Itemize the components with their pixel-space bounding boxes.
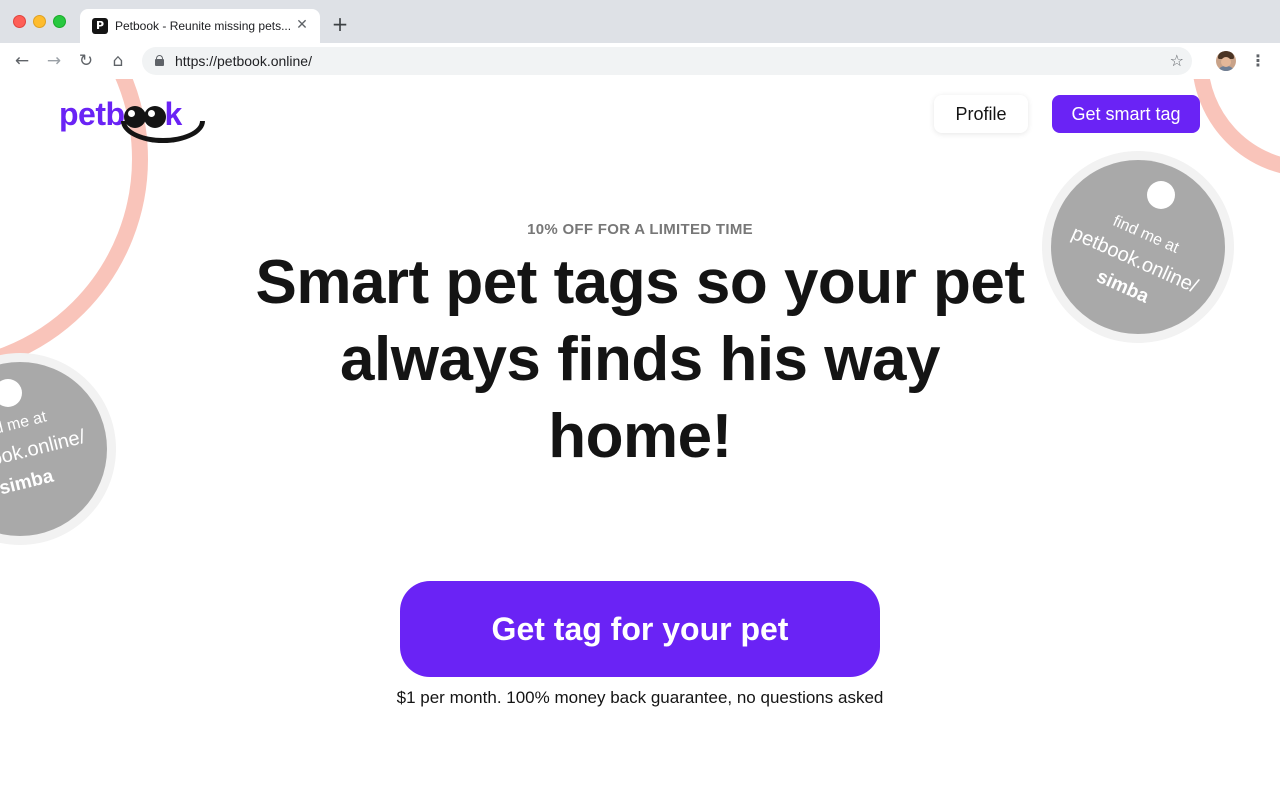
plus-icon[interactable]: +: [330, 14, 350, 34]
profile-button[interactable]: Profile: [934, 95, 1028, 133]
pet-tag-right: find me at petbook.online/ simba: [1042, 151, 1234, 343]
back-arrow-icon[interactable]: ←: [12, 51, 32, 71]
home-icon[interactable]: ⌂: [108, 51, 128, 71]
maximize-window-button[interactable]: [53, 15, 66, 28]
pricing-fineprint: $1 per month. 100% money back guarantee,…: [396, 688, 884, 707]
page-viewport: find me at petbook.online/ simba find me…: [0, 79, 1280, 800]
user-avatar[interactable]: [1216, 51, 1236, 71]
address-bar[interactable]: https://petbook.online/ ☆: [142, 47, 1192, 75]
lock-icon: [155, 55, 164, 66]
pet-tag-left: find me at petbook.online/ simba: [0, 353, 116, 545]
hero-headline: Smart pet tags so your pet always finds …: [255, 248, 1025, 471]
minimize-window-button[interactable]: [33, 15, 46, 28]
url-text[interactable]: https://petbook.online/: [175, 53, 312, 69]
tab-title: Petbook - Reunite missing pets...: [115, 19, 292, 33]
close-window-button[interactable]: [13, 15, 26, 28]
kebab-menu-icon[interactable]: ⋮: [1250, 51, 1266, 71]
browser-titlebar: P Petbook - Reunite missing pets... ✕ +: [0, 0, 1280, 43]
close-icon[interactable]: ✕: [294, 17, 310, 33]
get-tag-cta-button[interactable]: Get tag for your pet: [400, 581, 880, 677]
promo-kicker: 10% OFF FOR A LIMITED TIME: [527, 221, 753, 238]
star-icon[interactable]: ☆: [1170, 51, 1184, 71]
get-smart-tag-button[interactable]: Get smart tag: [1052, 95, 1200, 133]
favicon-icon: P: [92, 18, 108, 34]
browser-toolbar: ← → ↻ ⌂ https://petbook.online/ ☆: [0, 43, 1280, 79]
petbook-logo[interactable]: petb k: [59, 95, 211, 147]
forward-arrow-icon[interactable]: →: [44, 51, 64, 71]
pink-ring-right: [1193, 79, 1280, 174]
smile-icon: [121, 121, 205, 143]
browser-tab[interactable]: P Petbook - Reunite missing pets... ✕: [80, 9, 320, 43]
reload-icon[interactable]: ↻: [76, 51, 96, 71]
